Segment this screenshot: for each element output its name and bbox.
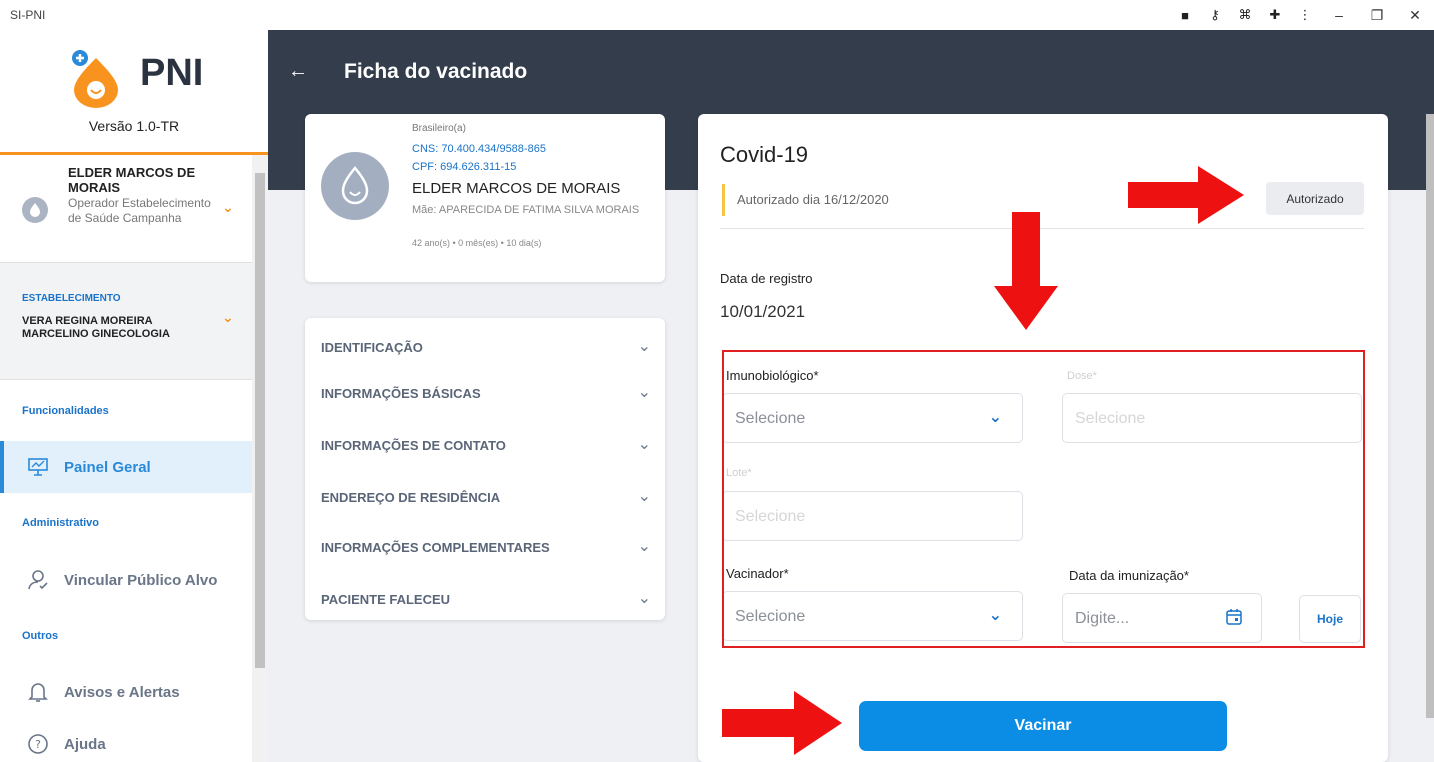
chevron-down-icon: ⌄ [637,436,651,453]
auth-date-text: Autorizado dia 16/12/2020 [737,192,889,207]
section-administrativo: Administrativo [22,517,100,529]
accordion-item-paciente-faleceu[interactable]: PACIENTE FALECEU ⌄ [321,588,651,612]
sidebar-item-vincular[interactable]: Vincular Público Alvo [0,554,252,606]
window-titlebar: SI-PNI ■ ⚷ ⌘ ✚ ⋮ – ❐ ✕ [0,0,1434,30]
presentation-icon [26,455,50,479]
minimize-button[interactable]: – [1320,0,1358,30]
estabelecimento-name: VERA REGINA MOREIRA MARCELINO GINECOLOGI… [22,315,170,340]
help-icon: ? [26,732,50,756]
accordion-label: ENDEREÇO DE RESIDÊNCIA [321,490,501,505]
accordion-item-endereco[interactable]: ENDEREÇO DE RESIDÊNCIA ⌄ [321,486,651,510]
vaccine-title: Covid-19 [720,142,809,167]
pni-logo-icon [72,50,118,108]
logo-area: PNI Versão 1.0-TR [0,30,268,154]
translate-icon[interactable]: ⌘ [1230,0,1260,30]
more-menu-icon[interactable]: ⋮ [1290,0,1320,30]
patient-card: Brasileiro(a) CNS: 70.400.434/9588-865 C… [305,114,665,282]
section-funcionalidades: Funcionalidades [22,405,109,417]
patient-avatar [321,152,389,220]
user-avatar [22,197,48,223]
close-button[interactable]: ✕ [1396,0,1434,30]
autorizado-button[interactable]: Autorizado [1266,182,1364,215]
user-role: Operador Estabelecimento de Saúde Campan… [68,196,211,225]
accordion-label: IDENTIFICAÇÃO [321,340,423,355]
annotation-red-box [722,350,1365,648]
accordion-item-informacoes-basicas[interactable]: INFORMAÇÕES BÁSICAS ⌄ [321,382,651,406]
annotation-arrow-right-icon [1128,166,1244,224]
accordion-item-complementares[interactable]: INFORMAÇÕES COMPLEMENTARES ⌄ [321,536,651,560]
patient-info-accordion: IDENTIFICAÇÃO ⌄ INFORMAÇÕES BÁSICAS ⌄ IN… [305,318,665,620]
accordion-item-identificacao[interactable]: IDENTIFICAÇÃO ⌄ [321,336,651,360]
accordion-item-informacoes-contato[interactable]: INFORMAÇÕES DE CONTATO ⌄ [321,434,651,458]
bell-icon [26,680,50,704]
svg-text:?: ? [35,738,41,751]
chevron-down-icon[interactable]: ⌄ [222,199,234,216]
accordion-label: INFORMAÇÕES COMPLEMENTARES [321,540,550,555]
chevron-down-icon: ⌄ [637,538,651,555]
chevron-down-icon[interactable]: ⌄ [222,309,234,326]
version-label: Versão 1.0-TR [88,118,180,134]
data-registro-value: 10/01/2021 [720,302,806,321]
logo-text: PNI [140,52,204,94]
user-name: ELDER MARCOS DE MORAIS [68,165,196,195]
extensions-icon[interactable]: ✚ [1260,0,1290,30]
camera-icon[interactable]: ■ [1170,0,1200,30]
sidebar: PNI Versão 1.0-TR ELDER MARCOS DE MORAIS… [0,30,268,762]
auth-indicator-bar [722,184,725,216]
window-title: SI-PNI [10,8,46,22]
data-registro-label: Data de registro [720,271,813,286]
section-outros: Outros [22,630,59,642]
page-title: Ficha do vacinado [344,60,528,83]
chevron-down-icon: ⌄ [637,338,651,355]
key-icon[interactable]: ⚷ [1200,0,1230,30]
patient-name: ELDER MARCOS DE MORAIS [412,180,621,197]
sidebar-item-ajuda[interactable]: ? Ajuda [0,718,252,762]
annotation-arrow-right-icon [722,691,842,755]
chevron-down-icon: ⌄ [637,590,651,607]
patient-cns: CNS: 70.400.434/9588-865 [412,143,546,155]
sidebar-scrollbar-thumb[interactable] [255,173,265,668]
accordion-label: PACIENTE FALECEU [321,592,451,607]
accordion-label: INFORMAÇÕES BÁSICAS [321,386,481,401]
vacinar-button[interactable]: Vacinar [859,701,1227,751]
patient-mother: Mãe: APARECIDA DE FATIMA SILVA MORAIS [412,204,640,216]
patient-cpf: CPF: 694.626.311-15 [412,161,517,173]
page-header: ← Ficha do vacinado [268,30,1434,114]
sidebar-item-label: Painel Geral [64,458,151,476]
patient-age: 42 ano(s) • 0 mês(es) • 10 dia(s) [412,238,542,248]
chevron-down-icon: ⌄ [637,384,651,401]
restore-button[interactable]: ❐ [1358,0,1396,30]
estabelecimento-label: ESTABELECIMENTO [22,293,121,304]
chevron-down-icon: ⌄ [637,488,651,505]
estabelecimento-block[interactable]: ESTABELECIMENTO VERA REGINA MOREIRA MARC… [0,262,252,380]
patient-nationality: Brasileiro(a) [412,123,466,134]
sidebar-item-label: Vincular Público Alvo [64,571,218,589]
sidebar-item-avisos[interactable]: Avisos e Alertas [0,666,252,718]
annotation-arrow-down-icon [994,212,1058,330]
sidebar-item-label: Avisos e Alertas [64,683,180,701]
back-arrow-icon[interactable]: ← [288,60,308,83]
accordion-label: INFORMAÇÕES DE CONTATO [321,438,506,453]
sidebar-item-painel-geral[interactable]: Painel Geral [0,441,252,493]
user-check-icon [26,568,50,592]
main-scrollbar[interactable] [1426,114,1434,718]
sidebar-item-label: Ajuda [64,735,106,753]
user-block[interactable]: ELDER MARCOS DE MORAIS Operador Estabele… [0,155,252,262]
sidebar-scrollbar[interactable] [252,155,268,762]
